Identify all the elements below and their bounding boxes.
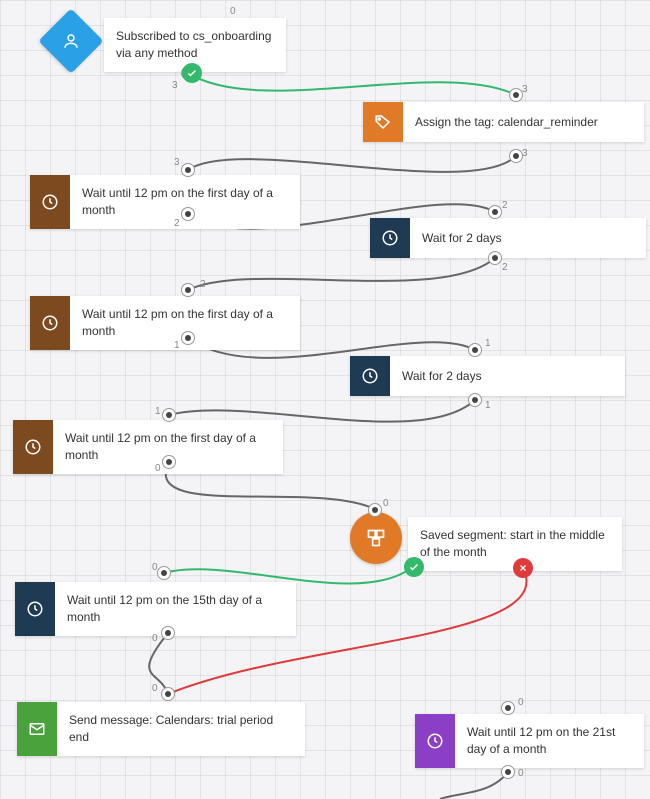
count-wait2-in: 2: [200, 279, 206, 290]
port[interactable]: [162, 408, 176, 422]
port[interactable]: [501, 765, 515, 779]
port[interactable]: [181, 163, 195, 177]
count-wait1-in: 3: [174, 157, 180, 168]
mail-icon: [28, 720, 46, 738]
tag-icon: [374, 113, 392, 131]
segment-icon-circle[interactable]: [350, 512, 402, 564]
x-icon: [513, 558, 533, 578]
send-message-node[interactable]: Send message: Calendars: trial period en…: [17, 702, 305, 756]
count-wait3-in: 1: [155, 406, 161, 417]
wait2d-b-node[interactable]: Wait for 2 days: [350, 356, 625, 396]
clock-icon: [361, 367, 379, 385]
count-wait2-out: 1: [174, 340, 180, 351]
port[interactable]: [468, 393, 482, 407]
count-wait15-out: 0: [152, 633, 158, 644]
wait15-label: Wait until 12 pm on the 15th day of a mo…: [55, 582, 296, 636]
port[interactable]: [509, 88, 523, 102]
wait3-node[interactable]: Wait until 12 pm on the first day of a m…: [13, 420, 283, 474]
clock-icon: [381, 229, 399, 247]
wait21-node[interactable]: Wait until 12 pm on the 21st day of a mo…: [415, 714, 644, 768]
wait2d-a-label: Wait for 2 days: [410, 218, 646, 258]
port[interactable]: [157, 566, 171, 580]
count-wait2d-a-in: 2: [502, 200, 508, 211]
port[interactable]: [509, 149, 523, 163]
wait1-node[interactable]: Wait until 12 pm on the first day of a m…: [30, 175, 300, 229]
wait15-node[interactable]: Wait until 12 pm on the 15th day of a mo…: [15, 582, 296, 636]
port[interactable]: [488, 205, 502, 219]
count-wait3-out: 0: [155, 463, 161, 474]
clock-icon: [41, 193, 59, 211]
count-wait21-in: 0: [518, 697, 524, 708]
port[interactable]: [181, 331, 195, 345]
user-icon: [62, 32, 80, 50]
port[interactable]: [181, 283, 195, 297]
count-wait2d-b-out: 1: [485, 400, 491, 411]
assign-tag-label: Assign the tag: calendar_reminder: [403, 102, 644, 142]
clock-icon: [426, 732, 444, 750]
wait21-label: Wait until 12 pm on the 21st day of a mo…: [455, 714, 644, 768]
count-trigger-out: 3: [172, 80, 178, 91]
wait2d-a-node[interactable]: Wait for 2 days: [370, 218, 646, 258]
assign-tag-node[interactable]: Assign the tag: calendar_reminder: [363, 102, 644, 142]
count-segment-in: 0: [383, 498, 389, 509]
count-send-in: 0: [152, 683, 158, 694]
send-message-label: Send message: Calendars: trial period en…: [57, 702, 305, 756]
port[interactable]: [162, 455, 176, 469]
wait2d-b-label: Wait for 2 days: [390, 356, 625, 396]
count-wait2d-a-out: 2: [502, 262, 508, 273]
count-trigger-in: 0: [230, 6, 236, 17]
trigger-icon-diamond[interactable]: [38, 8, 103, 73]
clock-icon: [41, 314, 59, 332]
check-icon: [404, 557, 424, 577]
check-icon: [182, 63, 202, 83]
port[interactable]: [161, 626, 175, 640]
port[interactable]: [181, 207, 195, 221]
port[interactable]: [501, 701, 515, 715]
count-wait1-out: 2: [174, 218, 180, 229]
count-wait21-out: 0: [518, 768, 524, 779]
port[interactable]: [488, 251, 502, 265]
count-wait2d-b-in: 1: [485, 338, 491, 349]
port[interactable]: [468, 343, 482, 357]
clock-icon: [24, 438, 42, 456]
port[interactable]: [161, 687, 175, 701]
clock-icon: [26, 600, 44, 618]
segment-icon: [366, 528, 386, 548]
port[interactable]: [368, 503, 382, 517]
wait2-node[interactable]: Wait until 12 pm on the first day of a m…: [30, 296, 300, 350]
